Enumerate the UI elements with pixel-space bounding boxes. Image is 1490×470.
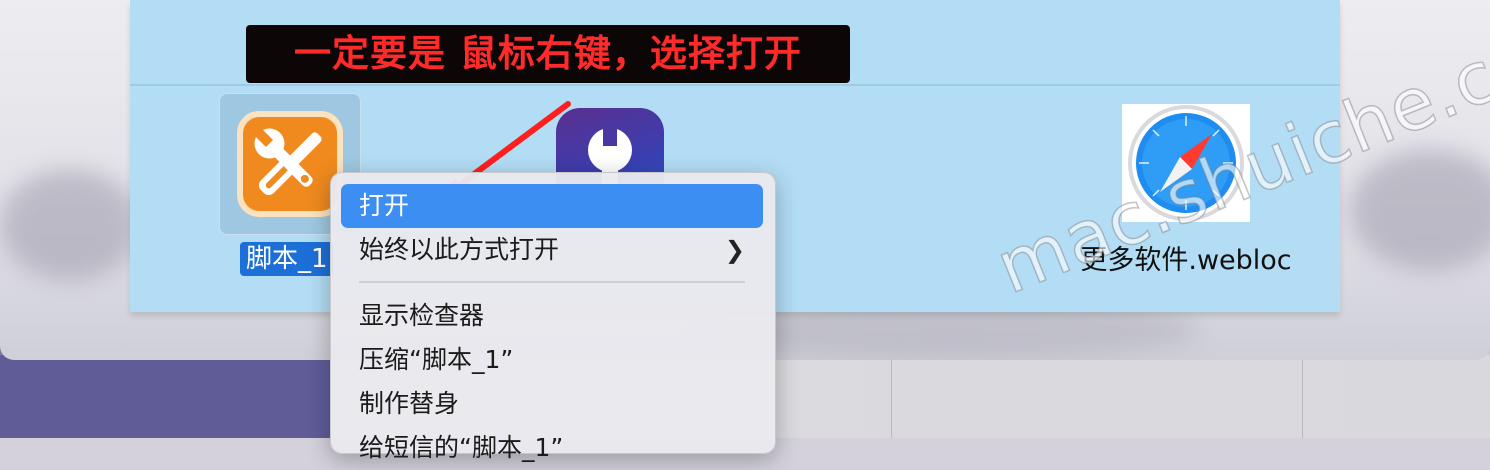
menu-separator [359,281,745,283]
context-menu: 打开 始终以此方式打开 ❯ 显示检查器 压缩“脚本_1” 制作替身 给短信的“脚… [330,172,776,462]
file-label-script[interactable]: 脚本_1 [240,242,334,276]
menu-item-compress[interactable]: 压缩“脚本_1” [341,338,763,382]
menu-item-partial[interactable]: 给短信的“脚本_1” [341,426,763,470]
panel-divider [130,84,1340,86]
menu-item-show-inspector[interactable]: 显示检查器 [341,294,763,338]
tools-app-icon[interactable] [237,111,343,217]
chevron-right-icon: ❯ [724,236,745,264]
menu-item-always-open-with[interactable]: 始终以此方式打开 ❯ [341,228,763,272]
menu-item-make-alias[interactable]: 制作替身 [341,382,763,426]
instruction-banner: 一定要是 鼠标右键，选择打开 [246,25,850,83]
menu-item-open[interactable]: 打开 [341,184,763,228]
